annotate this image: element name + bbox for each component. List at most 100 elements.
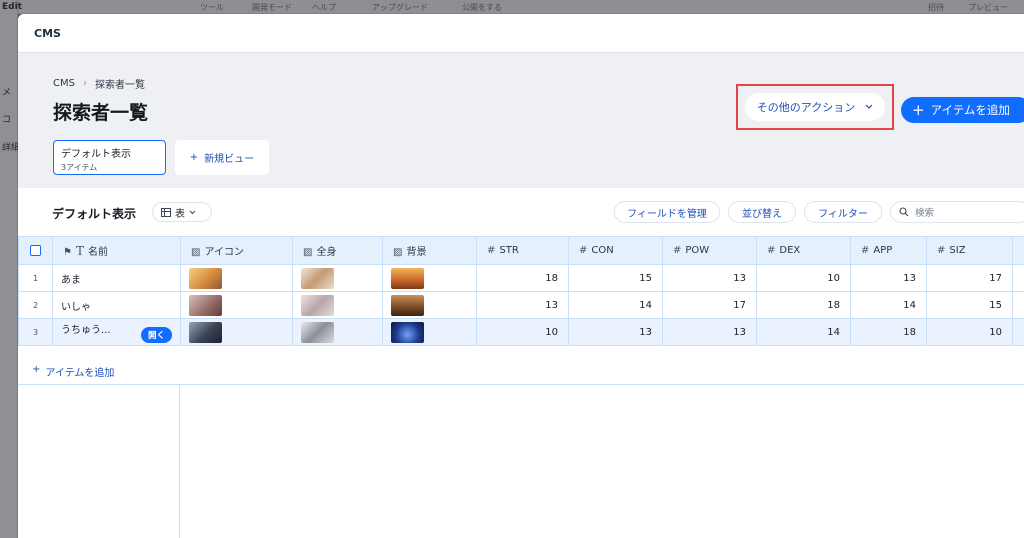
column-header-background[interactable]: ▨ 背景 xyxy=(382,236,477,265)
column-header-str[interactable]: # STR xyxy=(476,236,569,265)
con-cell[interactable]: 13 xyxy=(568,318,663,346)
image-icon: ▨ xyxy=(393,247,403,258)
search-placeholder: 検索 xyxy=(915,208,935,219)
column-label: POW xyxy=(685,245,710,256)
name-cell[interactable]: あま xyxy=(52,264,181,292)
page-title: 探索者一覧 xyxy=(53,102,149,124)
siz-cell[interactable]: 17 xyxy=(926,264,1013,292)
column-header-app[interactable]: # APP xyxy=(850,236,927,265)
table-row[interactable]: 3 うちゅう... 開く 10 13 13 14 18 10 xyxy=(18,318,1024,346)
str-cell[interactable]: 18 xyxy=(476,264,569,292)
layout-select[interactable]: 表 xyxy=(152,202,212,222)
sort-button[interactable]: 並び替え xyxy=(728,201,796,223)
image-icon: ▨ xyxy=(191,247,201,258)
items-table: ⚑ T 名前 ▨ アイコン ▨ 全身 ▨ 背景 # STR # CON # POW # DEX #… xyxy=(18,236,1024,346)
table-toolbar: デフォルト表示 表 フィールドを管理 並び替え フィルター 検索 xyxy=(18,188,1024,236)
overflow-cell xyxy=(1012,318,1024,346)
icon-thumbnail xyxy=(189,267,222,289)
search-icon xyxy=(899,207,909,217)
column-header-overflow xyxy=(1012,236,1024,265)
chevron-down-icon xyxy=(865,104,873,109)
modal-header: CMS xyxy=(18,14,1024,53)
column-label: 背景 xyxy=(406,247,427,258)
column-header-pow[interactable]: # POW xyxy=(662,236,757,265)
add-item-button[interactable]: + アイテムを追加 xyxy=(901,97,1024,123)
background-cell[interactable] xyxy=(382,291,477,319)
icon-thumbnail xyxy=(189,321,222,343)
dex-cell[interactable]: 18 xyxy=(756,291,851,319)
name-text: うちゅう... xyxy=(61,325,111,336)
str-cell[interactable]: 10 xyxy=(476,318,569,346)
table-row[interactable]: 1 あま 18 15 13 10 13 17 xyxy=(18,264,1024,292)
column-header-name[interactable]: ⚑ T 名前 xyxy=(52,236,181,265)
divider xyxy=(18,384,1024,385)
full-body-cell[interactable] xyxy=(292,318,383,346)
number-icon: # xyxy=(673,245,682,256)
con-cell[interactable]: 14 xyxy=(568,291,663,319)
more-actions-button[interactable]: その他のアクション xyxy=(745,93,885,121)
filter-button[interactable]: フィルター xyxy=(804,201,882,223)
chevron-down-icon xyxy=(189,210,196,214)
column-label: CON xyxy=(591,245,614,256)
column-header-full-body[interactable]: ▨ 全身 xyxy=(292,236,383,265)
add-item-row-label: アイテムを追加 xyxy=(45,368,115,379)
divider xyxy=(179,384,180,538)
modal-title: CMS xyxy=(34,26,61,40)
select-all-checkbox[interactable] xyxy=(30,244,41,256)
dex-cell[interactable]: 14 xyxy=(756,318,851,346)
app-cell[interactable]: 13 xyxy=(850,264,927,292)
siz-cell[interactable]: 10 xyxy=(926,318,1013,346)
breadcrumb-current: 探索者一覧 xyxy=(94,80,145,91)
search-input[interactable]: 検索 xyxy=(890,201,1024,223)
column-header-con[interactable]: # CON xyxy=(568,236,663,265)
name-cell[interactable]: うちゅう... 開く xyxy=(52,318,181,346)
add-item-label: アイテムを追加 xyxy=(930,103,1010,117)
open-item-button[interactable]: 開く xyxy=(140,327,172,343)
background-thumbnail xyxy=(391,294,424,316)
column-header-siz[interactable]: # SIZ xyxy=(926,236,1013,265)
manage-fields-button[interactable]: フィールドを管理 xyxy=(614,201,720,223)
pow-cell[interactable]: 13 xyxy=(662,318,757,346)
table-row[interactable]: 2 いしゃ 13 14 17 18 14 15 xyxy=(18,291,1024,319)
dex-cell[interactable]: 10 xyxy=(756,264,851,292)
name-cell[interactable]: いしゃ xyxy=(52,291,181,319)
row-number: 1 xyxy=(18,264,53,292)
new-view-button[interactable]: + 新規ビュー xyxy=(175,140,269,175)
view-name: デフォルト表示 xyxy=(61,149,131,160)
str-cell[interactable]: 13 xyxy=(476,291,569,319)
plus-icon: + xyxy=(32,364,41,375)
plus-icon: + xyxy=(189,152,199,163)
table-view-title: デフォルト表示 xyxy=(52,207,137,221)
overflow-cell xyxy=(1012,264,1024,292)
column-label: アイコン xyxy=(204,247,244,258)
table-panel: デフォルト表示 表 フィールドを管理 並び替え フィルター 検索 ⚑ T 名前 … xyxy=(18,188,1024,538)
number-icon: # xyxy=(487,245,496,256)
number-icon: # xyxy=(861,245,870,256)
icon-cell[interactable] xyxy=(180,264,293,292)
background-cell[interactable] xyxy=(382,318,477,346)
full-body-cell[interactable] xyxy=(292,291,383,319)
view-card-default[interactable]: デフォルト表示 3アイテム xyxy=(53,140,166,175)
icon-cell[interactable] xyxy=(180,318,293,346)
column-header-icon[interactable]: ▨ アイコン xyxy=(180,236,293,265)
chevron-right-icon: › xyxy=(82,78,87,89)
number-icon: # xyxy=(579,245,588,256)
app-cell[interactable]: 18 xyxy=(850,318,927,346)
image-icon: ▨ xyxy=(303,247,313,258)
siz-cell[interactable]: 15 xyxy=(926,291,1013,319)
full-body-thumbnail xyxy=(301,321,334,343)
pow-cell[interactable]: 17 xyxy=(662,291,757,319)
new-view-label: 新規ビュー xyxy=(204,154,255,165)
app-cell[interactable]: 14 xyxy=(850,291,927,319)
icon-cell[interactable] xyxy=(180,291,293,319)
column-header-dex[interactable]: # DEX xyxy=(756,236,851,265)
add-item-row-button[interactable]: + アイテムを追加 xyxy=(32,364,114,379)
breadcrumb-root[interactable]: CMS xyxy=(53,78,75,89)
row-number: 3 xyxy=(18,318,53,346)
pow-cell[interactable]: 13 xyxy=(662,264,757,292)
full-body-thumbnail xyxy=(301,294,334,316)
full-body-cell[interactable] xyxy=(292,264,383,292)
background-thumbnail xyxy=(391,267,424,289)
background-cell[interactable] xyxy=(382,264,477,292)
con-cell[interactable]: 15 xyxy=(568,264,663,292)
